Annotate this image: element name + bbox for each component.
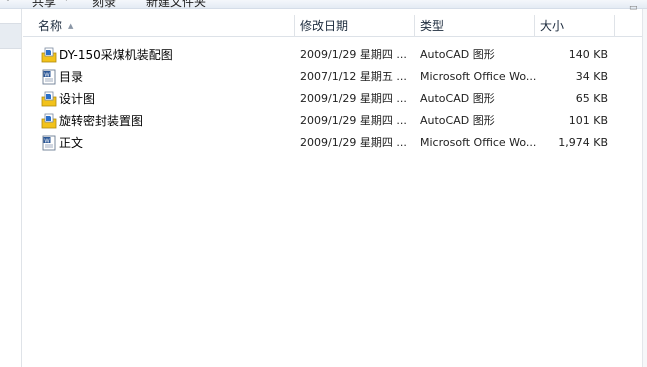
preview-pane-edge: ▭ — [629, 3, 647, 367]
file-size: 1,974 KB — [558, 136, 608, 149]
file-row[interactable]: DY-150采煤机装配图 2009/1/29 星期四 ... AutoCAD 图… — [23, 44, 642, 66]
toolbar: ◂ 共享 ▾ 刻录 新建文件夹 — [0, 0, 647, 9]
share-button[interactable]: 共享 — [32, 0, 56, 8]
file-row[interactable]: 旋转密封装置图 2009/1/29 星期四 ... AutoCAD 图形 101… — [23, 110, 642, 132]
new-folder-button[interactable]: 新建文件夹 — [146, 0, 206, 8]
file-name: 旋转密封装置图 — [59, 114, 144, 128]
file-name: 正文 — [59, 136, 84, 150]
file-size: 65 KB — [575, 92, 608, 105]
column-header-size[interactable]: 大小 — [535, 15, 615, 37]
navigation-pane[interactable] — [0, 9, 22, 367]
svg-text:W: W — [44, 138, 50, 144]
file-size: 34 KB — [575, 70, 608, 83]
file-row[interactable]: 设计图 2009/1/29 星期四 ... AutoCAD 图形 65 KB — [23, 88, 642, 110]
file-type: AutoCAD 图形 — [420, 92, 495, 105]
file-name: DY-150采煤机装配图 — [59, 48, 173, 62]
file-type: Microsoft Office Wo... — [420, 136, 537, 149]
column-header-type-label: 类型 — [420, 19, 445, 33]
word-doc-icon: W — [42, 69, 56, 85]
file-type: Microsoft Office Wo... — [420, 70, 537, 83]
nav-selected-item[interactable] — [0, 23, 21, 49]
column-header-type[interactable]: 类型 — [415, 15, 535, 37]
file-type: AutoCAD 图形 — [420, 48, 495, 61]
chevron-left-icon: ◂ — [4, 0, 9, 4]
file-date: 2009/1/29 星期四 ... — [300, 48, 407, 61]
file-row[interactable]: W 目录 2007/1/12 星期五 ... Microsoft Office … — [23, 66, 642, 88]
file-date: 2009/1/29 星期四 ... — [300, 92, 407, 105]
burn-button[interactable]: 刻录 — [92, 0, 116, 8]
file-date: 2009/1/29 星期四 ... — [300, 136, 407, 149]
column-header: 名称 ▲ 修改日期 类型 大小 — [23, 15, 642, 37]
file-size: 101 KB — [568, 114, 608, 127]
file-list: DY-150采煤机装配图 2009/1/29 星期四 ... AutoCAD 图… — [23, 44, 642, 154]
file-date: 2009/1/29 星期四 ... — [300, 114, 407, 127]
file-name: 目录 — [59, 70, 84, 84]
autocad-icon — [41, 91, 57, 107]
column-header-date-label: 修改日期 — [300, 19, 349, 33]
column-header-date[interactable]: 修改日期 — [295, 15, 415, 37]
file-name: 设计图 — [59, 92, 96, 106]
file-date: 2007/1/12 星期五 ... — [300, 70, 407, 83]
sort-ascending-icon: ▲ — [68, 22, 74, 30]
column-header-size-label: 大小 — [540, 19, 565, 33]
autocad-icon — [41, 47, 57, 63]
svg-text:W: W — [44, 72, 50, 78]
view-options-icon[interactable]: ▭ — [629, 3, 638, 13]
word-doc-icon: W — [42, 135, 56, 151]
file-size: 140 KB — [568, 48, 608, 61]
file-type: AutoCAD 图形 — [420, 114, 495, 127]
autocad-icon — [41, 113, 57, 129]
column-header-name[interactable]: 名称 ▲ — [33, 15, 295, 37]
file-row[interactable]: W 正文 2009/1/29 星期四 ... Microsoft Office … — [23, 132, 642, 154]
chevron-down-icon: ▾ — [64, 0, 69, 4]
column-header-name-label: 名称 — [38, 19, 63, 33]
